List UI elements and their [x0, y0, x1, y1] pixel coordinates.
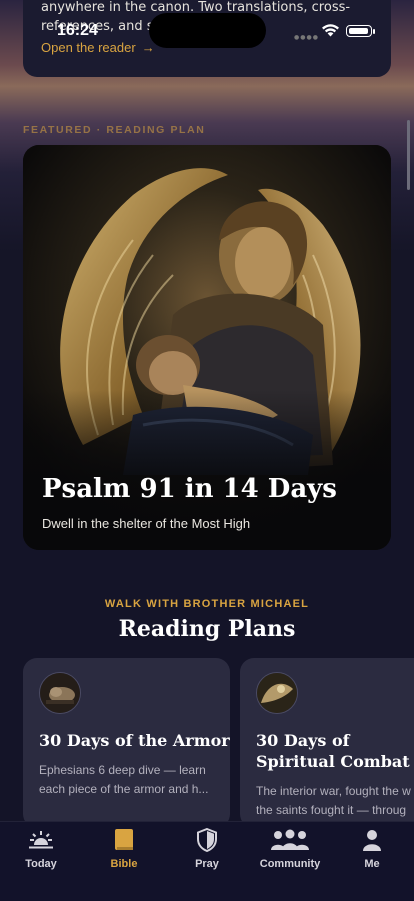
tab-label: Today [25, 858, 57, 870]
shield-icon [197, 828, 217, 852]
tab-label: Me [364, 858, 380, 870]
plan-title-line: Spiritual Combat [256, 752, 410, 771]
tab-bar: Today Bible Pray Community Me [0, 821, 414, 901]
people-icon [271, 829, 309, 850]
dynamic-island [149, 13, 266, 48]
plan-title-line: 30 Days of [256, 731, 350, 750]
plan-description-line: The interior war, fought the w [256, 784, 411, 798]
plan-title: 30 Days of the Armor [39, 731, 230, 750]
wifi-icon [322, 24, 339, 37]
armor-image-icon [40, 673, 80, 713]
sunrise-icon [29, 831, 53, 849]
tab-today[interactable]: Today [1, 828, 81, 870]
battery-icon [346, 25, 372, 37]
status-time: 16:24 [57, 22, 98, 39]
featured-section-label: FEATURED · READING PLAN [23, 124, 206, 136]
featured-subtitle: Dwell in the shelter of the Most High [42, 516, 251, 531]
plan-thumbnail [256, 672, 298, 714]
tab-label: Community [259, 858, 321, 870]
plans-title: Reading Plans [118, 616, 296, 642]
tab-pray[interactable]: Pray [167, 828, 247, 870]
plan-card-spiritual-combat[interactable]: 30 Days of Spiritual Combat The interior… [240, 658, 414, 828]
status-bar: 16:24 ●●●● [0, 0, 414, 54]
tab-label: Bible [110, 858, 138, 870]
tab-bible[interactable]: Bible [84, 828, 164, 870]
tab-me[interactable]: Me [332, 828, 412, 870]
plans-kicker: WALK WITH BROTHER MICHAEL [104, 598, 310, 610]
featured-plan-card[interactable]: Psalm 91 in 14 Days Dwell in the shelter… [23, 145, 391, 550]
book-icon [115, 829, 133, 850]
plan-description-line: each piece of the armor and h... [39, 782, 209, 796]
combat-image-icon [257, 673, 297, 713]
signal-dots-icon: ●●●● [294, 34, 319, 41]
plan-description-line: Ephesians 6 deep dive — learn [39, 763, 206, 777]
tab-community[interactable]: Community [250, 828, 330, 870]
featured-title: Psalm 91 in 14 Days [42, 474, 337, 504]
plan-thumbnail [39, 672, 81, 714]
plan-description-line: the saints fought it — throug [256, 803, 407, 817]
plan-card-armor[interactable]: 30 Days of the Armor Ephesians 6 deep di… [23, 658, 230, 828]
scrollbar[interactable] [407, 120, 410, 190]
tab-label: Pray [195, 858, 219, 870]
battery-tip [373, 29, 375, 34]
person-icon [363, 830, 381, 851]
